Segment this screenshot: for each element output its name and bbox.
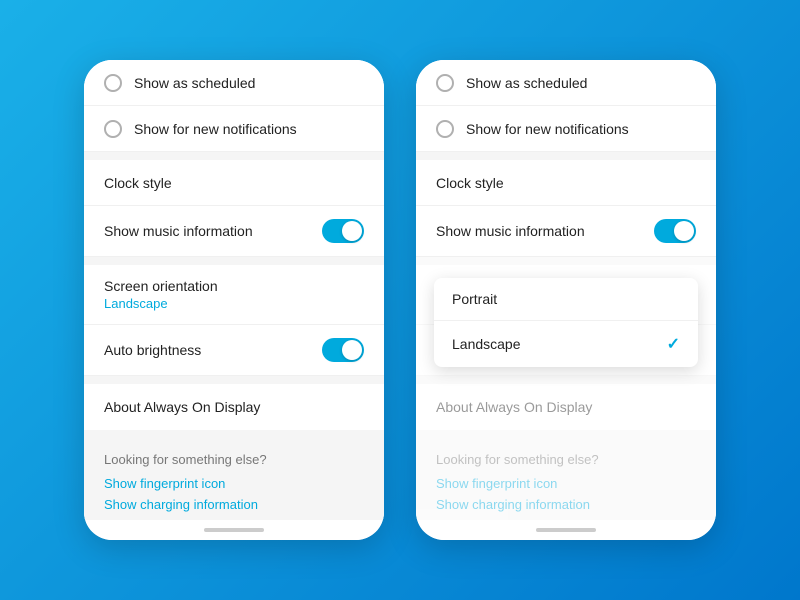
- right-show-music-label: Show music information: [436, 223, 654, 239]
- show-for-notifications-item[interactable]: Show for new notifications: [84, 106, 384, 152]
- screen-orientation-label: Screen orientation: [104, 278, 218, 294]
- right-show-for-notifications-item[interactable]: Show for new notifications: [416, 106, 716, 152]
- checkmark-icon: ✓: [667, 334, 680, 354]
- left-settings-list: Show as scheduled Show for new notificat…: [84, 60, 384, 520]
- right-about-aod-item[interactable]: About Always On Display: [416, 384, 716, 430]
- right-radio-show-scheduled[interactable]: [436, 74, 454, 92]
- orientation-dropdown: Portrait Landscape ✓: [434, 278, 698, 367]
- right-home-indicator: [536, 528, 596, 532]
- home-indicator: [204, 528, 264, 532]
- right-radio-show-notifications[interactable]: [436, 120, 454, 138]
- right-about-aod-label: About Always On Display: [436, 399, 696, 415]
- radio-show-scheduled[interactable]: [104, 74, 122, 92]
- dropdown-portrait-item[interactable]: Portrait: [434, 278, 698, 321]
- clock-style-item[interactable]: Clock style: [84, 160, 384, 206]
- right-divider-3: [416, 376, 716, 384]
- screen-orientation-value: Landscape: [104, 296, 168, 311]
- right-divider-2: [416, 257, 716, 265]
- divider-1: [84, 152, 384, 160]
- right-divider-4: [416, 430, 716, 438]
- right-divider-1: [416, 152, 716, 160]
- right-looking-title: Looking for something else?: [436, 452, 696, 467]
- right-clock-style-item[interactable]: Clock style: [416, 160, 716, 206]
- divider-3: [84, 376, 384, 384]
- looking-section: Looking for something else? Show fingerp…: [84, 438, 384, 520]
- auto-brightness-item: Auto brightness: [84, 325, 384, 376]
- right-charging-link[interactable]: Show charging information: [436, 494, 696, 515]
- show-music-item: Show music information: [84, 206, 384, 257]
- right-fingerprint-link[interactable]: Show fingerprint icon: [436, 473, 696, 494]
- show-for-notifications-label: Show for new notifications: [134, 121, 364, 137]
- right-show-as-scheduled-item[interactable]: Show as scheduled: [416, 60, 716, 106]
- right-show-as-scheduled-label: Show as scheduled: [466, 75, 696, 91]
- auto-brightness-toggle[interactable]: [322, 338, 364, 362]
- right-show-for-notifications-label: Show for new notifications: [466, 121, 696, 137]
- fingerprint-link[interactable]: Show fingerprint icon: [104, 473, 364, 494]
- right-show-music-toggle[interactable]: [654, 219, 696, 243]
- auto-brightness-label: Auto brightness: [104, 342, 322, 358]
- show-as-scheduled-label: Show as scheduled: [134, 75, 364, 91]
- radio-show-notifications[interactable]: [104, 120, 122, 138]
- left-phone: Show as scheduled Show for new notificat…: [84, 60, 384, 540]
- divider-2: [84, 257, 384, 265]
- show-music-toggle[interactable]: [322, 219, 364, 243]
- dropdown-landscape-item[interactable]: Landscape ✓: [434, 321, 698, 367]
- right-phone-bottom-bar: [416, 520, 716, 540]
- dropdown-landscape-label: Landscape: [452, 336, 521, 352]
- right-phone-content: Show as scheduled Show for new notificat…: [416, 60, 716, 520]
- show-music-label: Show music information: [104, 223, 322, 239]
- about-aod-item[interactable]: About Always On Display: [84, 384, 384, 430]
- show-as-scheduled-item[interactable]: Show as scheduled: [84, 60, 384, 106]
- about-aod-label: About Always On Display: [104, 399, 364, 415]
- charging-link[interactable]: Show charging information: [104, 494, 364, 515]
- right-looking-section: Looking for something else? Show fingerp…: [416, 438, 716, 520]
- phone-bottom-bar: [84, 520, 384, 540]
- right-clock-style-label: Clock style: [436, 175, 696, 191]
- divider-4: [84, 430, 384, 438]
- left-phone-content: Show as scheduled Show for new notificat…: [84, 60, 384, 520]
- dropdown-portrait-label: Portrait: [452, 291, 497, 307]
- clock-style-label: Clock style: [104, 175, 364, 191]
- right-phone: Show as scheduled Show for new notificat…: [416, 60, 716, 540]
- right-show-music-item: Show music information: [416, 206, 716, 257]
- looking-title: Looking for something else?: [104, 452, 364, 467]
- screen-orientation-item[interactable]: Screen orientation Landscape: [84, 265, 384, 325]
